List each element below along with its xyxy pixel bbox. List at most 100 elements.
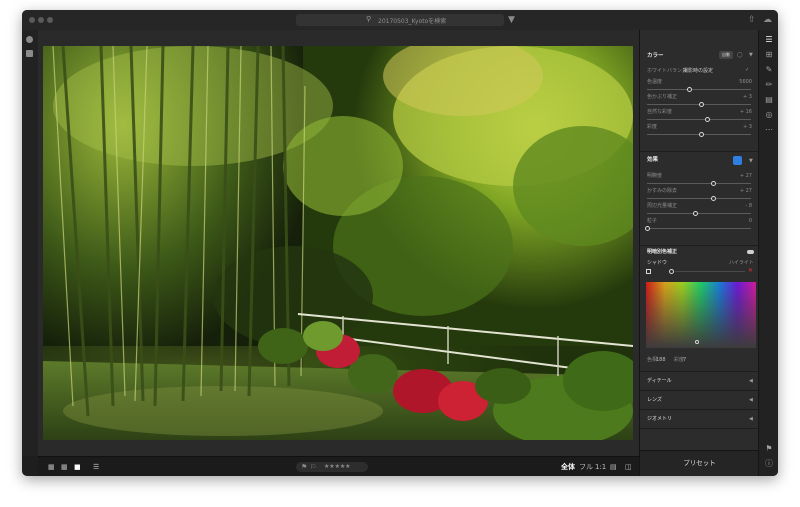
wb-label: ホワイトバランス bbox=[647, 68, 687, 74]
sort-icon[interactable]: ☰ bbox=[93, 462, 99, 472]
slider-knob[interactable] bbox=[645, 226, 650, 231]
geometry-section-header[interactable]: ジオメトリ ◀ bbox=[640, 410, 759, 428]
slider-track[interactable] bbox=[647, 119, 751, 120]
cloud-icon[interactable]: ☁ bbox=[763, 15, 772, 25]
lens-section-header[interactable]: レンズ ◀ bbox=[640, 391, 759, 409]
saturation-value[interactable]: 7 bbox=[683, 357, 686, 363]
photo-image bbox=[43, 46, 633, 440]
slider-value[interactable]: 5600 bbox=[722, 79, 752, 85]
bottom-toolbar: ▦ ▦ ■ ☰ ⚑ ⚐ ★ ★ ★ ★ ★ 全体 フル 1:1 ▤ ◫ bbox=[38, 456, 639, 476]
slider-value[interactable]: + 27 bbox=[722, 173, 752, 179]
slider-knob[interactable] bbox=[705, 117, 711, 122]
edit-panel: カラー 自動 ◯ ▼ ホワイトバランス 撮影時の設定 ✓ 色温度 5600 色かぶり… bbox=[639, 30, 759, 476]
presets-button[interactable]: プリセット bbox=[640, 450, 759, 476]
shadow-tab[interactable]: シャドウ bbox=[647, 260, 667, 266]
library-icon[interactable] bbox=[26, 50, 33, 57]
expand-chevron-icon: ◀ bbox=[749, 416, 753, 422]
presets-label: プリセット bbox=[683, 459, 716, 467]
detail-section-header[interactable]: ディテール ◀ bbox=[640, 372, 759, 390]
close-window-button[interactable] bbox=[29, 17, 35, 23]
section-divider bbox=[640, 245, 759, 246]
slider-value[interactable]: + 3 bbox=[722, 94, 752, 100]
filter-icon[interactable]: ▼ bbox=[508, 15, 515, 25]
slider-track[interactable] bbox=[647, 198, 751, 199]
highlight-tab[interactable]: ハイライト bbox=[729, 260, 754, 266]
view-fill-button[interactable]: フル bbox=[579, 462, 593, 472]
slider-knob[interactable] bbox=[710, 196, 716, 201]
brush-icon[interactable]: ✏ bbox=[764, 80, 774, 90]
detail-view-icon[interactable]: ■ bbox=[74, 462, 81, 472]
healing-brush-icon[interactable]: ✎ bbox=[764, 65, 774, 75]
slider-label: 色温度 bbox=[647, 79, 663, 85]
search-placeholder: 20170503_Kyotoを検索 bbox=[378, 17, 447, 25]
slider-label: 周辺光量補正 bbox=[647, 203, 678, 209]
zoom-window-button[interactable] bbox=[47, 17, 53, 23]
linear-gradient-icon[interactable]: ▤ bbox=[764, 95, 774, 105]
effects-collapse-chevron-icon[interactable]: ▼ bbox=[749, 158, 753, 164]
slider-value[interactable]: + 3 bbox=[722, 124, 752, 130]
slider-label: 色かぶり補正 bbox=[647, 94, 678, 100]
add-photo-icon[interactable] bbox=[26, 36, 33, 43]
square-grid-icon[interactable]: ▦ bbox=[48, 462, 55, 472]
section-divider bbox=[640, 428, 759, 429]
photo-canvas bbox=[38, 30, 639, 456]
right-tool-strip: ☰ ⊞ ✎ ✏ ▤ ◎ ⋯ ⚑ ⓘ bbox=[758, 30, 778, 476]
geometry-section-title: ジオメトリ bbox=[647, 416, 673, 422]
slider-track[interactable] bbox=[647, 213, 751, 214]
search-input[interactable]: ⚲ 20170503_Kyotoを検索 bbox=[296, 14, 504, 26]
tag-icon[interactable]: ⚑ bbox=[764, 444, 774, 454]
wb-select[interactable]: 撮影時の設定 bbox=[683, 68, 713, 74]
photo-grid-icon[interactable]: ▦ bbox=[61, 462, 68, 472]
balance-track[interactable] bbox=[675, 271, 745, 272]
slider-value[interactable]: - 8 bbox=[722, 203, 752, 209]
slider-knob[interactable] bbox=[699, 132, 705, 137]
color-mix-icon[interactable]: ◯ bbox=[737, 52, 743, 58]
crop-icon[interactable]: ⊞ bbox=[764, 50, 774, 60]
expand-chevron-icon: ◀ bbox=[749, 378, 753, 384]
slider-label: 彩度 bbox=[647, 124, 658, 130]
compare-icon[interactable]: ▤ bbox=[610, 462, 617, 472]
slider-track[interactable] bbox=[647, 228, 751, 229]
slider-knob[interactable] bbox=[686, 87, 692, 92]
slider-knob[interactable] bbox=[710, 181, 716, 186]
edited-photo[interactable] bbox=[43, 46, 633, 440]
info-icon[interactable]: ⓘ bbox=[764, 459, 774, 469]
edit-sliders-icon[interactable]: ☰ bbox=[764, 35, 774, 45]
color-picker-field[interactable] bbox=[646, 282, 756, 348]
slider-track[interactable] bbox=[647, 89, 751, 90]
shadow-swatch[interactable] bbox=[646, 269, 651, 274]
effects-preview-icon[interactable] bbox=[733, 156, 742, 165]
slider-label: 粒子 bbox=[647, 218, 658, 224]
hue-value[interactable]: 188 bbox=[656, 357, 666, 363]
slider-knob[interactable] bbox=[692, 211, 698, 216]
effects-section-title[interactable]: 効果 bbox=[647, 157, 658, 164]
color-section-title[interactable]: カラー bbox=[647, 53, 664, 60]
split-toning-toggle[interactable] bbox=[747, 250, 754, 254]
reject-flag-icon[interactable]: ⚐ bbox=[310, 462, 316, 472]
highlight-swatch-icon[interactable]: ✕ bbox=[748, 268, 753, 274]
minimize-window-button[interactable] bbox=[38, 17, 44, 23]
radial-gradient-icon[interactable]: ◎ bbox=[764, 110, 774, 120]
left-toolbar bbox=[22, 30, 39, 456]
rating-bar: ⚑ ⚐ ★ ★ ★ ★ ★ bbox=[296, 462, 368, 472]
flag-icon[interactable]: ⚑ bbox=[301, 462, 307, 472]
slider-value[interactable]: 0 bbox=[722, 218, 752, 224]
balance-knob[interactable] bbox=[669, 269, 674, 274]
slider-value[interactable]: + 16 bbox=[722, 109, 752, 115]
slider-value[interactable]: + 27 bbox=[722, 188, 752, 194]
panel-toggle-icon[interactable]: ◫ bbox=[625, 462, 632, 472]
eyedropper-icon[interactable]: ✓ bbox=[745, 67, 749, 73]
auto-button[interactable]: 自動 bbox=[719, 51, 733, 59]
color-picker-marker[interactable] bbox=[695, 340, 699, 344]
share-icon[interactable]: ⇧ bbox=[748, 15, 756, 25]
view-full-button[interactable]: 全体 bbox=[561, 462, 575, 472]
color-collapse-chevron-icon[interactable]: ▼ bbox=[749, 52, 753, 58]
view-ratio-button[interactable]: 1:1 bbox=[595, 462, 606, 472]
more-icon[interactable]: ⋯ bbox=[764, 125, 774, 135]
split-toning-title[interactable]: 明暗別色補正 bbox=[647, 249, 677, 256]
lens-section-title: レンズ bbox=[647, 397, 662, 403]
detail-section-title: ディテール bbox=[647, 378, 672, 384]
star-rating[interactable]: ★ ★ ★ ★ ★ bbox=[324, 462, 351, 472]
slider-track[interactable] bbox=[647, 183, 751, 184]
slider-knob[interactable] bbox=[699, 102, 705, 107]
